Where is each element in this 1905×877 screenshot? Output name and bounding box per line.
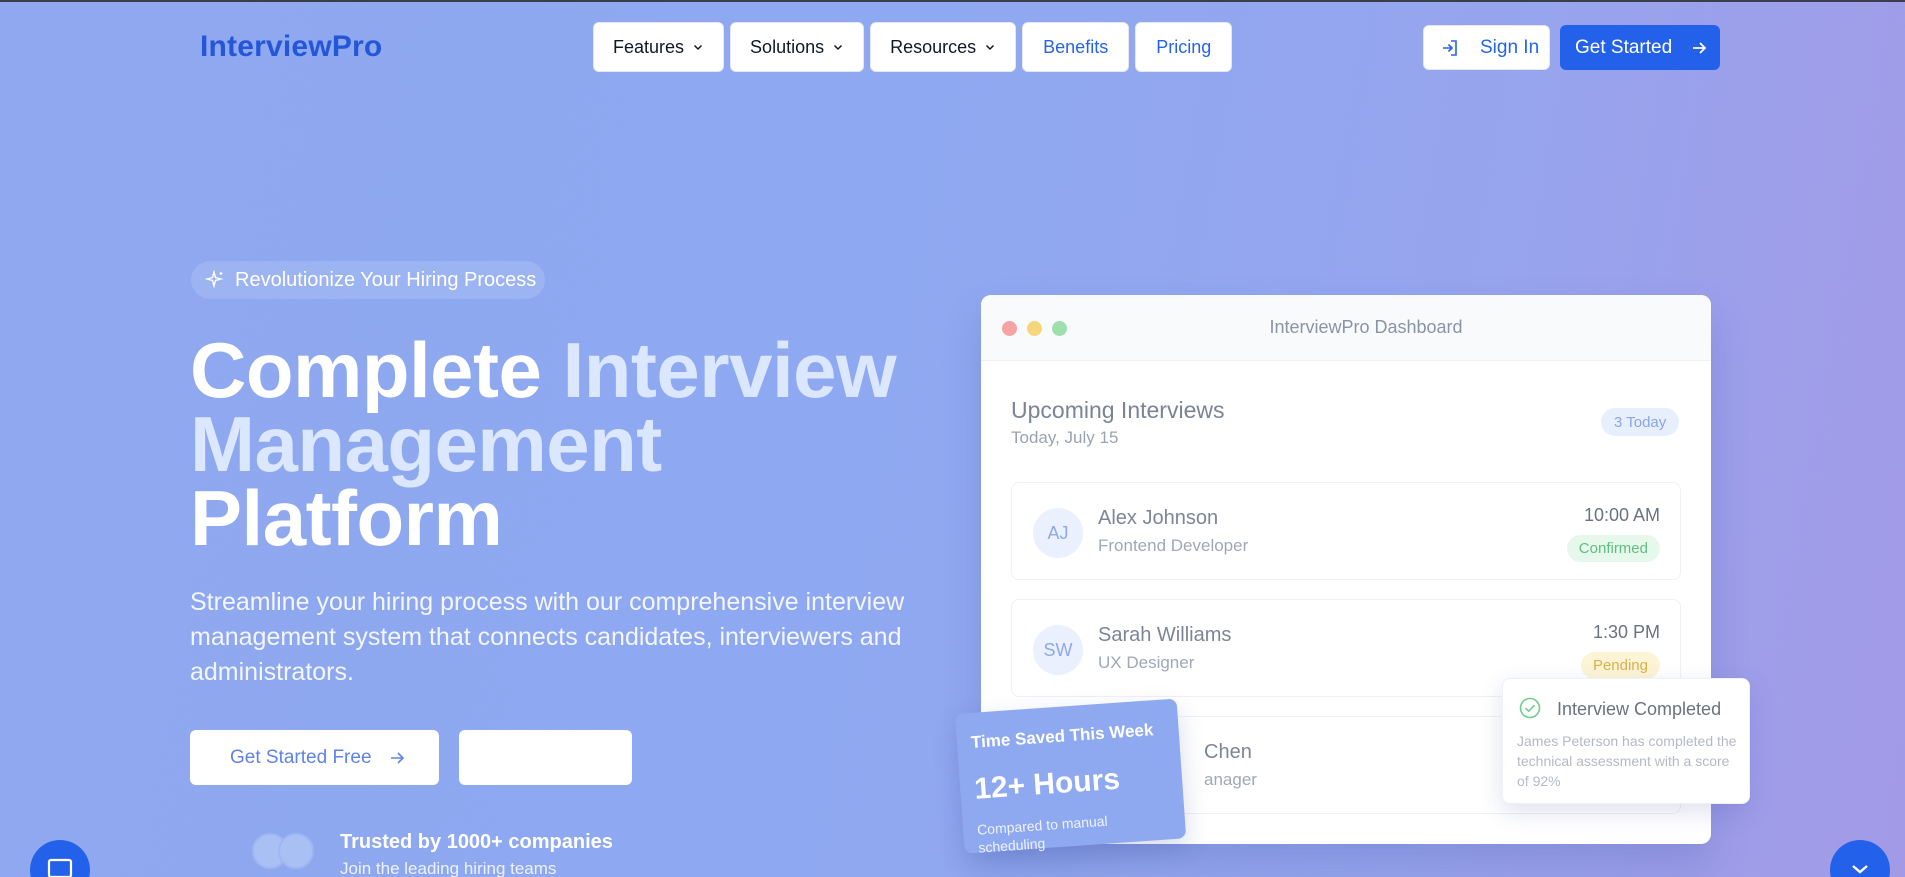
nav-benefits[interactable]: Benefits (1022, 22, 1130, 72)
candidate-name: Sarah Williams (1098, 624, 1232, 646)
get-started-free-button[interactable]: Get Started Free (190, 730, 439, 785)
scroll-down-button[interactable] (1830, 840, 1890, 877)
trust-title: Trusted by 1000+ companies (340, 831, 613, 853)
login-icon (1443, 39, 1457, 56)
candidate-role: anager (1204, 770, 1257, 789)
hero-headline: Complete Interview Management Platform (190, 331, 970, 557)
nav-pricing-label: Pricing (1156, 36, 1212, 57)
window-titlebar: InterviewPro Dashboard (981, 295, 1711, 361)
status-badge: Confirmed (1566, 535, 1660, 562)
chat-icon (47, 858, 73, 877)
nav-resources-label: Resources (890, 36, 977, 57)
time-saved-title: Time Saved This Week (970, 720, 1154, 752)
avatar: SW (1033, 625, 1083, 675)
time-saved-value: 12+ Hours (973, 762, 1122, 806)
interview-time: 10:00 AM (1583, 505, 1660, 525)
nav-solutions[interactable]: Solutions (730, 22, 865, 72)
chevron-down-icon (986, 44, 995, 51)
upcoming-interviews-heading: Upcoming Interviews (1011, 397, 1225, 423)
nav-features-label: Features (613, 36, 685, 57)
headline-word-platform: Platform (190, 474, 503, 562)
secondary-cta-button[interactable] (459, 730, 632, 785)
sign-in-button[interactable]: Sign In (1423, 25, 1550, 70)
candidate-name: Chen (1204, 741, 1252, 763)
trust-subtitle: Join the leading hiring teams (340, 859, 557, 877)
chevron-down-icon (694, 44, 703, 51)
sparkles-icon (205, 270, 224, 289)
hero-pill-badge: Revolutionize Your Hiring Process (191, 261, 545, 299)
nav-resources[interactable]: Resources (870, 22, 1017, 72)
toast-text: James Peterson has completed the technic… (1517, 733, 1737, 789)
interview-row[interactable]: AJ Alex Johnson Frontend Developer 10:00… (1011, 482, 1681, 580)
time-saved-card: Time Saved This Week 12+ Hours Compared … (955, 698, 1187, 856)
today-count-badge: 3 Today (1601, 408, 1680, 436)
candidate-role: Frontend Developer (1098, 536, 1249, 555)
get-started-button[interactable]: Get Started (1560, 25, 1720, 70)
sign-in-label: Sign In (1480, 36, 1540, 58)
check-circle-icon (1519, 697, 1541, 719)
chevron-down-icon (1852, 865, 1868, 874)
hero-subtitle: Streamline your hiring process with our … (190, 588, 905, 686)
chat-button[interactable] (30, 840, 90, 877)
status-badge: Pending (1580, 652, 1660, 679)
main-nav: Features Solutions Resources Benefits Pr… (593, 22, 1233, 72)
avatar: AJ (1033, 508, 1083, 558)
nav-pricing[interactable]: Pricing (1135, 22, 1233, 72)
time-saved-subtitle: Compared to manual scheduling (976, 812, 1109, 856)
nav-benefits-label: Benefits (1043, 36, 1109, 57)
top-border (0, 0, 1905, 2)
logo[interactable]: InterviewPro (200, 30, 382, 64)
arrow-right-icon (390, 751, 404, 764)
get-started-label: Get Started (1575, 36, 1673, 58)
trust-avatars (252, 833, 322, 871)
candidate-role: UX Designer (1098, 653, 1195, 672)
hero-pill-text: Revolutionize Your Hiring Process (235, 268, 537, 291)
window-title: InterviewPro Dashboard (1269, 317, 1463, 337)
interview-time: 1:30 PM (1592, 622, 1660, 642)
toast-title: Interview Completed (1557, 699, 1722, 719)
interview-completed-toast: Interview Completed James Peterson has c… (1502, 678, 1750, 804)
arrow-right-icon (1693, 41, 1707, 54)
avatar (278, 833, 314, 869)
get-started-free-label: Get Started Free (230, 746, 372, 768)
dashboard-date: Today, July 15 (1011, 428, 1119, 447)
chevron-down-icon (834, 44, 843, 51)
candidate-name: Alex Johnson (1098, 507, 1219, 529)
nav-features[interactable]: Features (593, 22, 725, 72)
nav-solutions-label: Solutions (750, 36, 825, 57)
